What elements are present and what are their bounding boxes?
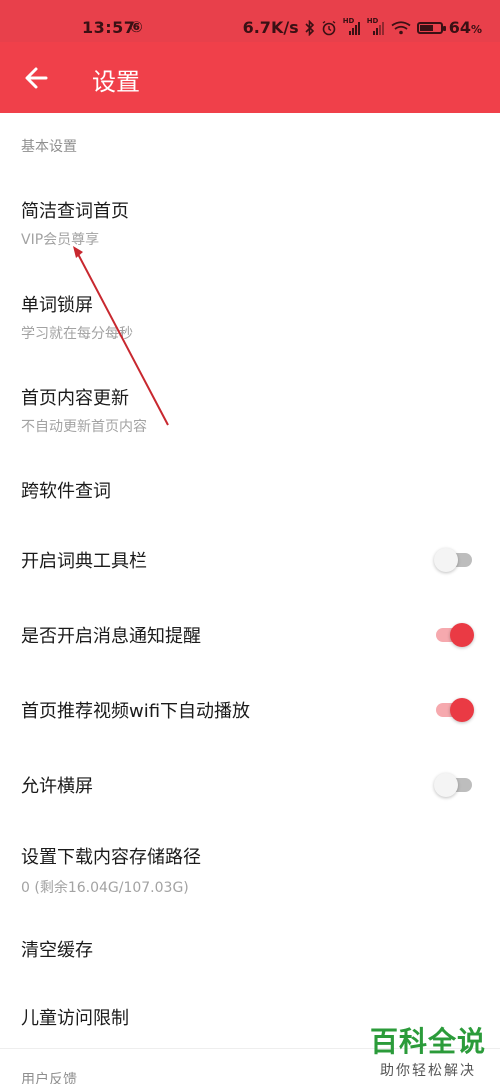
setting-subtitle: 不自动更新首页内容 [21,419,147,435]
signal-bars-icon [348,21,360,35]
app-toolbar: 设置 [0,42,500,113]
toggle-thumb [450,698,474,722]
toggle-thumb [434,773,458,797]
watermark-subtitle: 助你轻松解决 [379,1063,476,1079]
section-header-basic: 基本设置 [21,139,77,155]
toggle-thumb [434,548,458,572]
setting-title: 首页推荐视频wifi下自动播放 [21,701,251,722]
wifi-icon [391,20,411,34]
signal-hd-1: HD [343,17,361,35]
setting-title: 跨软件查词 [21,481,111,502]
toggle-switch[interactable] [434,772,474,798]
setting-subtitle: 学习就在每分每秒 [21,326,133,342]
watermark-title: 百科全说 [369,1025,486,1058]
battery-icon [416,21,446,34]
setting-title: 设置下载内容存储路径 [21,847,201,868]
setting-subtitle: 0 (剩余16.04G/107.03G) [21,880,189,896]
setting-title: 首页内容更新 [21,388,129,409]
netease-notification-icon: ⑥ [130,18,143,36]
status-bar: 13:57 ⑥ 6.7K/s HD HD 64% [0,0,500,42]
setting-item-dictionary-toolbar[interactable]: 开启词典工具栏 [0,531,500,591]
setting-item-download-path[interactable]: 设置下载内容存储路径 0 (剩余16.04G/107.03G) [0,827,500,907]
alarm-icon [322,20,336,35]
setting-subtitle: VIP会员尊享 [21,232,100,248]
bluetooth-icon [305,19,314,36]
arrow-left-icon [25,67,48,89]
setting-item-home-content-update[interactable]: 首页内容更新 不自动更新首页内容 [0,368,500,446]
setting-item-allow-landscape[interactable]: 允许横屏 [0,756,500,816]
settings-list: 基本设置 简洁查词首页 VIP会员尊享 单词锁屏 学习就在每分每秒 首页内容更新… [0,113,500,1084]
page-title: 设置 [92,68,140,96]
network-speed: 6.7K/s [242,18,299,37]
section-header-feedback: 用户反馈 [21,1072,77,1084]
status-right-group: 6.7K/s HD HD 64% [242,17,482,38]
setting-title: 儿童访问限制 [21,1008,129,1029]
setting-title: 允许横屏 [21,776,93,797]
signal-hd-2: HD [367,17,385,35]
setting-item-message-notification[interactable]: 是否开启消息通知提醒 [0,606,500,666]
setting-title: 开启词典工具栏 [21,551,147,572]
signal-bars-icon [372,21,384,35]
setting-title: 简洁查词首页 [21,201,129,222]
toggle-switch[interactable] [434,697,474,723]
setting-item-clear-cache[interactable]: 清空缓存 [0,920,500,980]
watermark-logo: 百科全说 助你轻松解决 [370,1020,486,1080]
toggle-thumb [450,623,474,647]
battery-fill [419,24,433,31]
toggle-switch[interactable] [434,622,474,648]
settings-screen: 13:57 ⑥ 6.7K/s HD HD 64% 设置 基本设置 简洁查词首页 … [0,0,500,1084]
status-time: 13:57 [82,18,136,37]
setting-title: 清空缓存 [21,940,93,961]
setting-title: 单词锁屏 [21,295,93,316]
setting-title: 是否开启消息通知提醒 [21,626,201,647]
battery-percent: 64% [448,18,482,37]
setting-item-cross-app-lookup[interactable]: 跨软件查词 [0,461,500,521]
setting-item-simple-home[interactable]: 简洁查词首页 VIP会员尊享 [0,181,500,259]
back-button[interactable] [18,58,58,98]
toggle-switch[interactable] [434,547,474,573]
setting-item-word-lockscreen[interactable]: 单词锁屏 学习就在每分每秒 [0,275,500,353]
setting-item-wifi-autoplay[interactable]: 首页推荐视频wifi下自动播放 [0,681,500,741]
